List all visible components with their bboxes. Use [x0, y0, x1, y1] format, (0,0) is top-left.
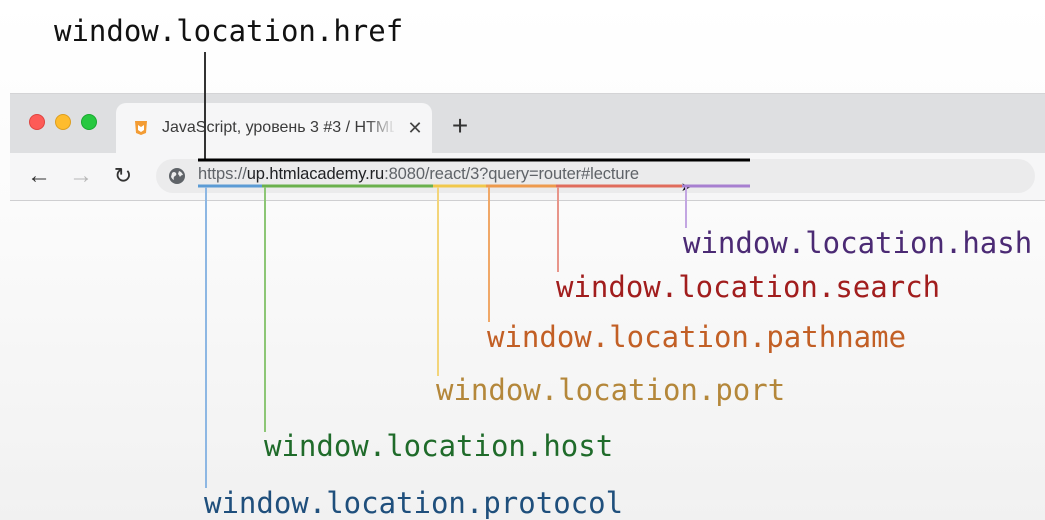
globe-icon — [169, 168, 185, 184]
forward-arrow-icon[interactable]: → — [68, 163, 94, 189]
close-window-button[interactable] — [29, 114, 45, 130]
maximize-window-button[interactable] — [81, 114, 97, 130]
label-pathname: window.location.pathname — [487, 320, 907, 354]
mouse-cursor-icon: ➤ — [681, 180, 692, 194]
tab-close-icon[interactable]: ✕ — [404, 117, 426, 139]
label-href: window.location.href — [54, 14, 404, 48]
back-arrow-icon[interactable]: ← — [26, 163, 52, 189]
url-search: ?query=router — [479, 165, 582, 183]
url-text[interactable]: https://up.htmlacademy.ru:8080/react/3?q… — [198, 163, 639, 185]
label-host: window.location.host — [264, 429, 614, 463]
reload-icon[interactable]: ↻ — [110, 163, 136, 189]
url-host: up.htmlacademy.ru — [246, 165, 385, 183]
new-tab-button[interactable]: + — [448, 112, 472, 140]
label-search: window.location.search — [556, 270, 941, 304]
url-hash: #lecture — [581, 165, 639, 183]
url-pathname: /react/3 — [424, 165, 480, 183]
minimize-window-button[interactable] — [55, 114, 71, 130]
label-hash: window.location.hash — [683, 226, 1033, 260]
tab-title-fade — [366, 113, 396, 143]
label-port: window.location.port — [436, 373, 786, 407]
url-protocol: https:// — [198, 165, 247, 183]
htmlacademy-favicon-icon — [135, 121, 147, 135]
url-port: :8080 — [384, 165, 425, 183]
tab-active[interactable]: JavaScript, уровень 3 #3 / HTML ✕ — [116, 103, 432, 153]
label-protocol: window.location.protocol — [204, 486, 624, 520]
tab-title: JavaScript, уровень 3 #3 / HTML — [162, 119, 394, 136]
tab-strip: JavaScript, уровень 3 #3 / HTML ✕ + — [10, 94, 1045, 153]
